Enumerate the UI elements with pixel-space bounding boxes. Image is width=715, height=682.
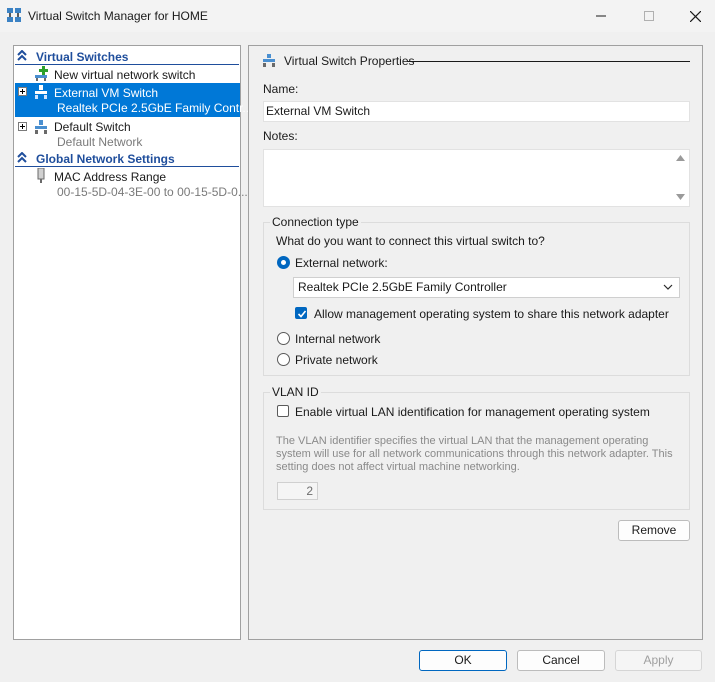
global-network-settings-header[interactable]: Global Network Settings: [15, 150, 239, 167]
virtual-switches-header[interactable]: Virtual Switches: [15, 48, 239, 65]
expand-icon[interactable]: [18, 87, 27, 96]
notes-textarea[interactable]: [263, 149, 690, 207]
remove-button[interactable]: Remove: [618, 520, 690, 541]
checkmark-icon: [297, 310, 307, 318]
switch-tree[interactable]: Virtual Switches New virtual network swi…: [13, 45, 252, 640]
tree-item-mac-address-range[interactable]: MAC Address Range 00-15-5D-04-3E-00 to 0…: [15, 168, 248, 200]
name-input[interactable]: External VM Switch: [263, 101, 690, 122]
apply-button[interactable]: Apply: [615, 650, 702, 671]
switch-name: External VM Switch: [54, 86, 159, 100]
close-icon: [689, 10, 701, 22]
collapse-chevron-icon: [17, 152, 27, 163]
expand-icon[interactable]: [18, 122, 27, 131]
mac-range-label: MAC Address Range: [54, 170, 167, 184]
switch-detail: Default Network: [57, 135, 143, 149]
network-adapter-select[interactable]: Realtek PCIe 2.5GbE Family Controller: [293, 277, 680, 298]
new-virtual-switch-item[interactable]: New virtual network switch: [15, 66, 240, 83]
scroll-up-icon[interactable]: [676, 155, 685, 161]
network-switch-icon: [35, 120, 47, 134]
window-title: Virtual Switch Manager for HOME: [28, 9, 208, 23]
title-bar: Virtual Switch Manager for HOME: [0, 0, 715, 32]
internal-network-radio[interactable]: [277, 332, 290, 345]
header-divider: [408, 61, 690, 62]
switch-name: Default Switch: [54, 120, 131, 134]
close-button[interactable]: [672, 0, 715, 32]
tree-item-default-switch[interactable]: Default Switch Default Network: [15, 118, 240, 150]
mac-range-detail: 00-15-5D-04-3E-00 to 00-15-5D-0...: [57, 185, 248, 199]
vlan-id-group: VLAN ID Enable virtual LAN identificatio…: [263, 385, 690, 510]
vlan-enable-label[interactable]: Enable virtual LAN identification for ma…: [295, 405, 650, 419]
notes-label: Notes:: [263, 129, 298, 143]
minimize-icon: [596, 15, 606, 17]
allow-management-checkbox[interactable]: [295, 307, 307, 319]
allow-management-label[interactable]: Allow management operating system to sha…: [314, 307, 669, 321]
external-network-label[interactable]: External network:: [295, 256, 388, 270]
virtual-switches-label: Virtual Switches: [36, 50, 129, 64]
vlan-description: The VLAN identifier specifies the virtua…: [276, 435, 673, 473]
scroll-down-icon[interactable]: [676, 194, 685, 200]
minimize-button[interactable]: [578, 0, 624, 32]
network-switch-icon: [35, 85, 47, 99]
global-network-settings-label: Global Network Settings: [36, 152, 175, 166]
notes-scrollbar[interactable]: [672, 150, 689, 206]
new-switch-label: New virtual network switch: [54, 68, 196, 82]
private-network-radio[interactable]: [277, 353, 290, 366]
network-switch-icon: [263, 54, 275, 67]
network-adapter-icon: [37, 168, 45, 183]
connection-question: What do you want to connect this virtual…: [276, 234, 545, 248]
vlan-id-input: 2: [277, 482, 318, 500]
collapse-chevron-icon: [17, 50, 27, 61]
ok-button[interactable]: OK: [419, 650, 507, 671]
properties-header: Virtual Switch Properties: [284, 54, 415, 68]
network-adapter-value: Realtek PCIe 2.5GbE Family Controller: [298, 280, 507, 294]
maximize-icon: [644, 11, 654, 21]
vlan-enable-checkbox[interactable]: [277, 405, 289, 417]
new-switch-icon: [35, 66, 48, 81]
private-network-label[interactable]: Private network: [295, 353, 378, 367]
vlan-id-title: VLAN ID: [270, 385, 321, 399]
switch-detail: Realtek PCIe 2.5GbE Family Contr...: [57, 101, 253, 115]
connection-type-title: Connection type: [270, 215, 361, 229]
maximize-button[interactable]: [626, 0, 672, 32]
chevron-down-icon: [663, 284, 673, 290]
name-label: Name:: [263, 82, 299, 96]
virtual-switch-manager-icon: [7, 8, 21, 22]
external-network-radio[interactable]: [277, 256, 290, 269]
switch-properties-panel: Virtual Switch Properties Name: External…: [248, 45, 703, 640]
cancel-button[interactable]: Cancel: [517, 650, 605, 671]
connection-type-group: Connection type What do you want to conn…: [263, 215, 690, 376]
tree-item-external-vm-switch[interactable]: External VM Switch Realtek PCIe 2.5GbE F…: [15, 83, 252, 117]
internal-network-label[interactable]: Internal network: [295, 332, 380, 346]
